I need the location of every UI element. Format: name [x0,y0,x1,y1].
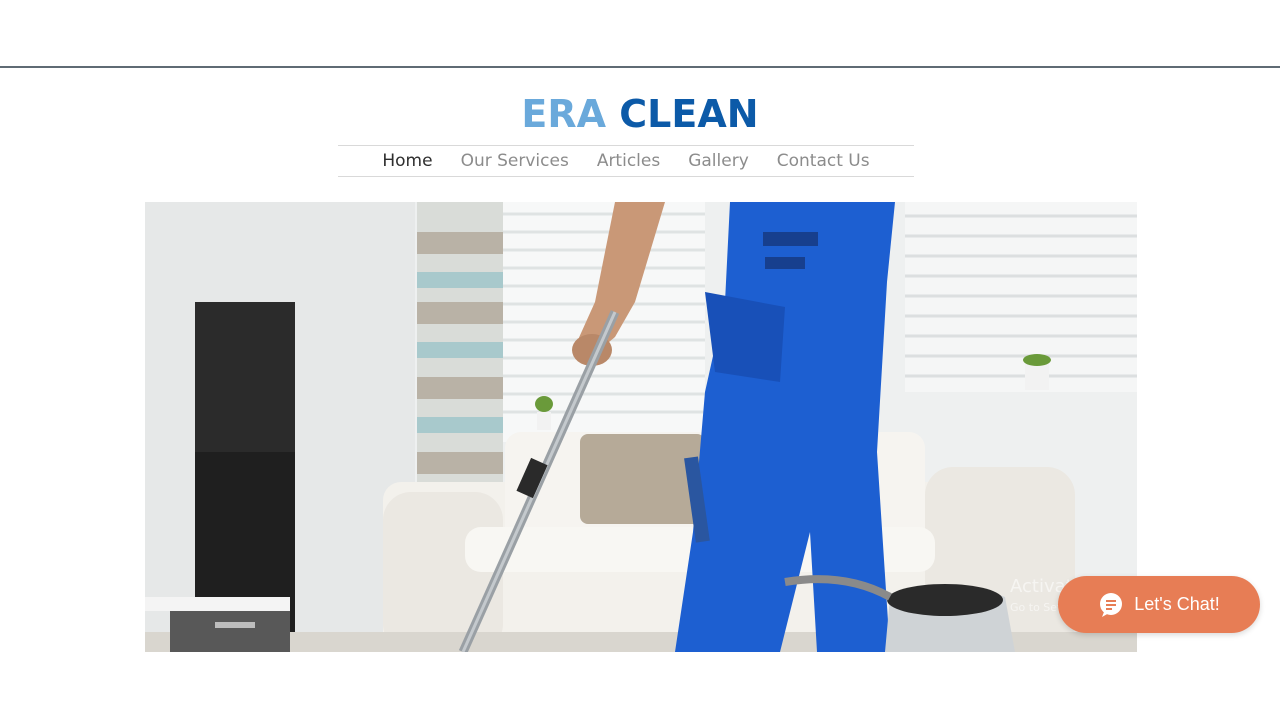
chat-bubble-icon [1098,592,1124,618]
nav-item-gallery[interactable]: Gallery [674,147,763,175]
nav-item-contact-us[interactable]: Contact Us [763,147,884,175]
nav-item-articles[interactable]: Articles [583,147,674,175]
nav-item-our-services[interactable]: Our Services [447,147,583,175]
page: ERA CLEAN Home Our Services Articles Gal… [0,0,1280,720]
hero-image [145,202,1137,652]
nav-item-home[interactable]: Home [368,147,446,175]
site-logo[interactable]: ERA CLEAN [0,90,1280,138]
lets-chat-button[interactable]: Let's Chat! [1058,576,1260,633]
logo-word-era: ERA [521,92,607,136]
main-nav: Home Our Services Articles Gallery Conta… [338,145,914,177]
logo-word-clean: CLEAN [619,92,759,136]
chat-button-label: Let's Chat! [1134,594,1220,614]
header-divider [0,66,1280,68]
hero-illustration [145,202,1137,652]
